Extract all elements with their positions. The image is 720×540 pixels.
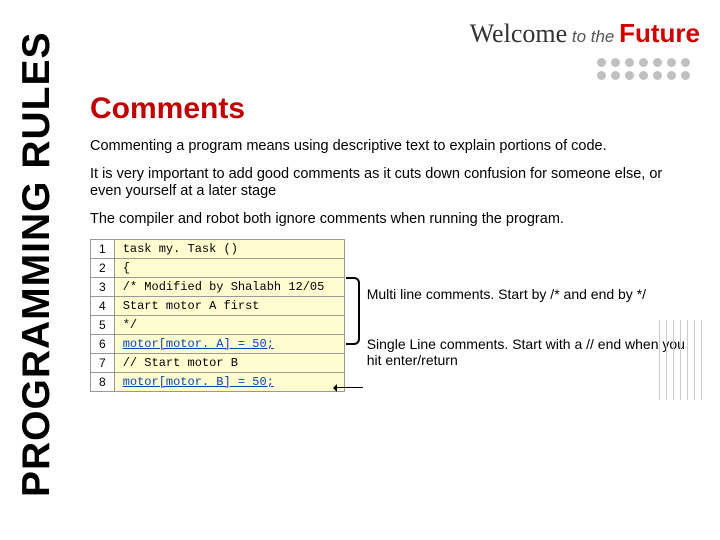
- paragraph-1: Commenting a program means using descrip…: [90, 138, 690, 156]
- line-number: 5: [91, 315, 115, 334]
- brace-icon: [346, 277, 360, 345]
- content-area: Comments Commenting a program means usin…: [90, 92, 690, 392]
- code-cell: Start motor A first: [114, 296, 344, 315]
- line-number: 8: [91, 372, 115, 391]
- annotation-singleline: Single Line comments. Start with a // en…: [367, 336, 690, 368]
- page-title: Comments: [90, 92, 690, 126]
- arrow-icon: [335, 387, 363, 388]
- header: Welcome to the Future: [470, 18, 700, 49]
- paragraph-2: It is very important to add good comment…: [90, 166, 690, 201]
- line-number: 7: [91, 353, 115, 372]
- code-row: 4Start motor A first: [91, 296, 345, 315]
- line-number: 4: [91, 296, 115, 315]
- code-cell: motor[motor. B] = 50;: [114, 372, 344, 391]
- code-row: 5*/: [91, 315, 345, 334]
- code-cell: {: [114, 258, 344, 277]
- annotation-multiline: Multi line comments. Start by /* and end…: [367, 286, 690, 302]
- code-cell: */: [114, 315, 344, 334]
- decorative-dot-grid: [594, 56, 692, 82]
- line-number: 1: [91, 239, 115, 258]
- code-row: 7// Start motor B: [91, 353, 345, 372]
- line-number: 2: [91, 258, 115, 277]
- vertical-title: PROGRAMMING RULES: [15, 37, 59, 497]
- paragraph-3: The compiler and robot both ignore comme…: [90, 211, 690, 229]
- code-cell: task my. Task (): [114, 239, 344, 258]
- code-cell: motor[motor. A] = 50;: [114, 334, 344, 353]
- line-number: 3: [91, 277, 115, 296]
- welcome-text: Welcome: [470, 19, 568, 48]
- code-cell: /* Modified by Shalabh 12/05: [114, 277, 344, 296]
- code-row: 1task my. Task (): [91, 239, 345, 258]
- code-row: 6motor[motor. A] = 50;: [91, 334, 345, 353]
- code-row: 2{: [91, 258, 345, 277]
- line-number: 6: [91, 334, 115, 353]
- annotation-column: Multi line comments. Start by /* and end…: [345, 239, 690, 392]
- code-cell: // Start motor B: [114, 353, 344, 372]
- code-row: 3/* Modified by Shalabh 12/05: [91, 277, 345, 296]
- code-table: 1task my. Task () 2{ 3/* Modified by Sha…: [90, 239, 345, 392]
- code-row: 8motor[motor. B] = 50;: [91, 372, 345, 391]
- code-with-annotations: 1task my. Task () 2{ 3/* Modified by Sha…: [90, 239, 690, 392]
- decorative-vertical-lines: [659, 320, 702, 400]
- future-text: Future: [619, 18, 700, 48]
- welcome-to-text: to the: [567, 27, 619, 46]
